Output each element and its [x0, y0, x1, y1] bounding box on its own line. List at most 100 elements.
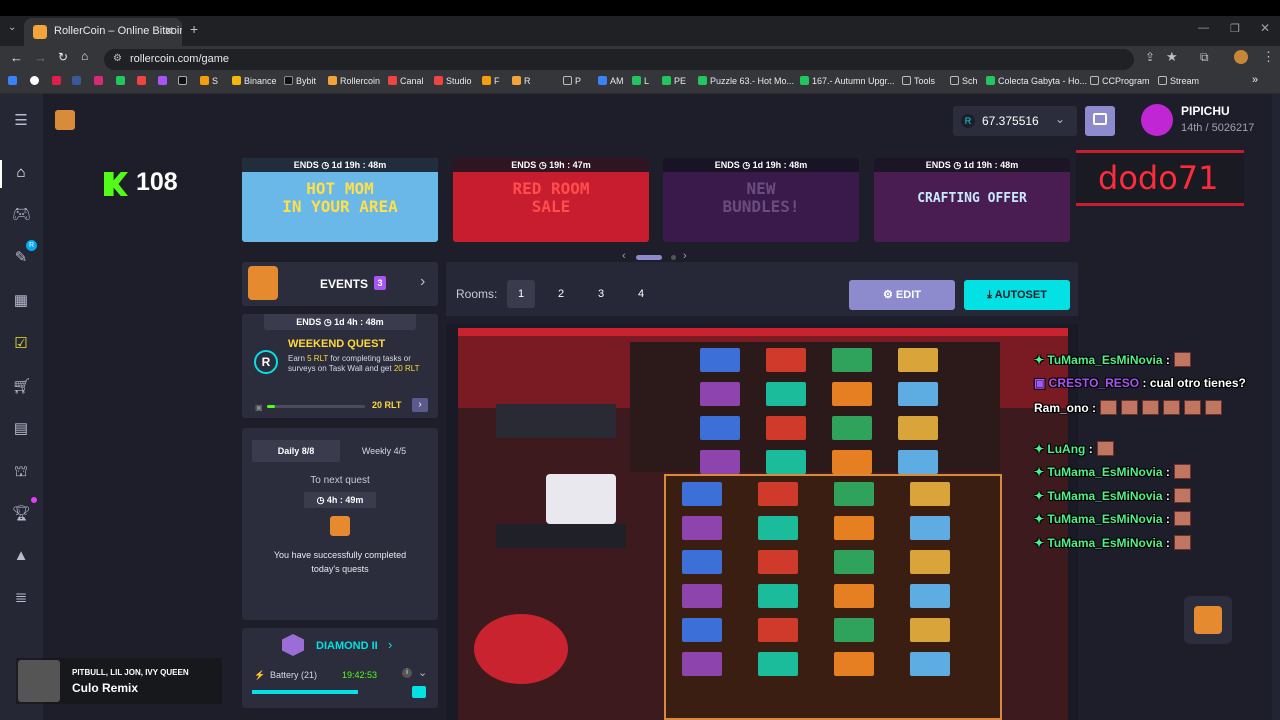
miner-unit[interactable]: [700, 416, 740, 440]
room-button-2[interactable]: 2: [547, 280, 575, 308]
carousel-next-icon[interactable]: ›: [683, 250, 687, 262]
miner-unit[interactable]: [834, 482, 874, 506]
miner-unit[interactable]: [910, 516, 950, 540]
quest-next-button[interactable]: ›: [412, 398, 428, 412]
minimize-icon[interactable]: —: [1198, 22, 1209, 34]
bookmark-item[interactable]: Binance: [232, 76, 277, 86]
install-app-icon[interactable]: ⇪: [1145, 50, 1155, 64]
autoset-button[interactable]: ⤓ AUTOSET: [964, 280, 1070, 310]
tab-daily[interactable]: Daily 8/8: [252, 440, 340, 462]
miner-unit[interactable]: [910, 584, 950, 608]
rollercoin-logo[interactable]: [55, 110, 75, 130]
bookmark-item[interactable]: L: [632, 76, 649, 86]
miner-unit[interactable]: [834, 584, 874, 608]
back-icon[interactable]: ←: [10, 50, 23, 65]
bookmark-item[interactable]: S: [200, 76, 218, 86]
bookmark-item[interactable]: Sch: [950, 76, 978, 86]
upgrade-nav-icon[interactable]: ▲: [12, 547, 30, 565]
chevron-down-icon[interactable]: ⌄: [418, 666, 427, 679]
tab-list-chevron-icon[interactable]: ⌄: [8, 22, 16, 33]
browser-tab[interactable]: RollerCoin – Online Bitcoin Mi ✕: [24, 18, 182, 46]
docs-nav-icon[interactable]: ≣: [12, 589, 30, 607]
miner-unit[interactable]: [898, 382, 938, 406]
miner-unit[interactable]: [758, 516, 798, 540]
url-field[interactable]: ⚙ rollercoin.com/game: [104, 49, 1134, 70]
new-tab-icon[interactable]: +: [190, 21, 198, 37]
miner-unit[interactable]: [766, 416, 806, 440]
miner-unit[interactable]: [682, 550, 722, 574]
events-header[interactable]: EVENTS 3 ›: [242, 262, 438, 306]
room-button-1[interactable]: 1: [507, 280, 535, 308]
bookmark-item[interactable]: Studio: [434, 76, 472, 86]
site-info-icon[interactable]: ⚙: [113, 53, 122, 64]
tab-close-icon[interactable]: ✕: [164, 24, 174, 38]
weekend-quest-card[interactable]: ENDS ◷ 1d 4h : 48m R WEEKEND QUEST Earn …: [242, 314, 438, 418]
bookmark-item[interactable]: Canal: [388, 76, 424, 86]
edit-button[interactable]: ⚙ EDIT: [849, 280, 955, 310]
miner-unit[interactable]: [682, 652, 722, 676]
bookmark-item[interactable]: 167.- Autumn Upgr...: [800, 76, 895, 86]
forward-icon[interactable]: →: [34, 50, 47, 65]
home-icon[interactable]: ⌂: [81, 49, 88, 63]
miner-unit[interactable]: [834, 550, 874, 574]
tab-weekly[interactable]: Weekly 4/5: [340, 440, 428, 462]
menu-hamburger-icon[interactable]: ☰: [12, 112, 30, 130]
support-chat-button[interactable]: [1184, 596, 1232, 644]
bean-bag-chair[interactable]: [474, 614, 568, 684]
miner-unit[interactable]: [834, 652, 874, 676]
promo-banner[interactable]: ENDS ◷ 1d 19h : 48m NEW BUNDLES!: [663, 158, 859, 242]
browser-menu-icon[interactable]: ⋮: [1262, 49, 1275, 65]
promo-banner[interactable]: ENDS ◷ 1d 19h : 48m HOT MOM IN YOUR AREA: [242, 158, 438, 242]
bookmark-item[interactable]: Bybit: [284, 76, 316, 86]
games-nav-icon[interactable]: 🎮︎: [12, 206, 31, 224]
window-close-icon[interactable]: ✕: [1260, 21, 1270, 35]
bookmark-item[interactable]: P: [563, 76, 581, 86]
page-scrollbar[interactable]: [1272, 94, 1280, 720]
recharge-button[interactable]: [412, 686, 426, 698]
store-nav-icon[interactable]: ▤: [12, 420, 30, 438]
miner-unit[interactable]: [910, 550, 950, 574]
miner-unit[interactable]: [682, 618, 722, 642]
bookmark-item[interactable]: Stream: [1158, 76, 1199, 86]
bookmark-item[interactable]: Puzzle 63.- Hot Mo...: [698, 76, 794, 86]
carousel-dot[interactable]: [671, 255, 676, 260]
marketplace-nav-icon[interactable]: 🛒︎: [12, 378, 31, 396]
miner-unit[interactable]: [700, 348, 740, 372]
miner-unit[interactable]: [758, 618, 798, 642]
trophy-nav-icon[interactable]: 🏆︎: [12, 505, 31, 523]
user-avatar[interactable]: [1141, 104, 1173, 136]
bank-nav-icon[interactable]: ⛫: [12, 463, 30, 481]
miner-unit[interactable]: [832, 450, 872, 474]
miner-unit[interactable]: [700, 450, 740, 474]
reload-icon[interactable]: ↻: [58, 50, 68, 64]
league-title[interactable]: DIAMOND II: [316, 640, 378, 652]
miner-unit[interactable]: [834, 618, 874, 642]
carousel-prev-icon[interactable]: ‹: [622, 250, 626, 262]
miner-unit[interactable]: [758, 482, 798, 506]
bookmark-item[interactable]: CCProgram: [1090, 76, 1150, 86]
miner-unit[interactable]: [898, 416, 938, 440]
wallet-button[interactable]: [1085, 106, 1115, 136]
bookmark-item[interactable]: Tools: [902, 76, 935, 86]
miner-unit[interactable]: [682, 482, 722, 506]
miner-unit[interactable]: [910, 618, 950, 642]
miner-unit[interactable]: [832, 416, 872, 440]
promo-banner[interactable]: ENDS ◷ 19h : 47m RED ROOM SALE: [453, 158, 649, 242]
computer-monitor[interactable]: [546, 474, 616, 524]
miner-unit[interactable]: [910, 482, 950, 506]
tasks-nav-icon[interactable]: ☑: [12, 335, 30, 353]
promo-banner[interactable]: ENDS ◷ 1d 19h : 48m CRAFTING OFFER: [874, 158, 1070, 242]
rewards-nav-icon[interactable]: ✎: [12, 249, 30, 267]
room-button-3[interactable]: 3: [587, 280, 615, 308]
maximize-icon[interactable]: ❐: [1230, 22, 1240, 35]
bookmark-item[interactable]: R: [512, 76, 531, 86]
miner-unit[interactable]: [898, 450, 938, 474]
miner-unit[interactable]: [766, 348, 806, 372]
more-bookmarks-icon[interactable]: »: [1252, 74, 1258, 86]
game-room-canvas[interactable]: [446, 324, 1078, 720]
bookmark-item[interactable]: Colecta Gabyta - Ho...: [986, 76, 1087, 86]
miner-unit[interactable]: [758, 652, 798, 676]
miner-unit[interactable]: [682, 584, 722, 608]
calendar-nav-icon[interactable]: ▦: [12, 292, 30, 310]
miner-unit[interactable]: [700, 382, 740, 406]
